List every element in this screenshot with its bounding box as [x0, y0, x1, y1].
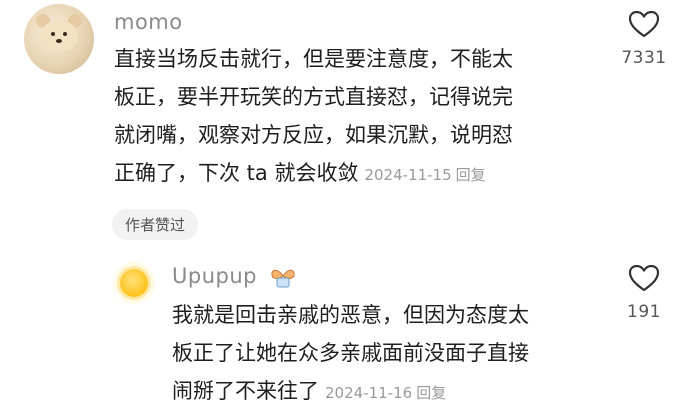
reply-date: 2024-11-16: [325, 384, 413, 402]
reply-line: 闹掰了不来往了: [172, 379, 319, 403]
reply-like-count: 191: [627, 302, 661, 322]
heart-outline-icon[interactable]: [628, 10, 660, 38]
comment-date: 2024-11-15: [364, 166, 452, 184]
bear-eye: [51, 32, 55, 36]
bow-decoration-icon: [271, 269, 295, 288]
author-liked-badge: 作者赞过: [112, 209, 199, 240]
reply-button[interactable]: 回复: [456, 166, 486, 184]
reply-meta: 2024-11-16 回复: [325, 384, 450, 402]
like-count: 7331: [621, 48, 667, 68]
bear-eye: [63, 32, 67, 36]
user-avatar[interactable]: [24, 4, 94, 74]
bear-nose: [56, 39, 62, 43]
reply-line: 我就是回击亲戚的恶意，但因为态度太: [172, 303, 529, 327]
comment-body: 直接当场反击就行，但是要注意度，不能太 板正，要半开玩笑的方式直接怼，记得说完 …: [114, 40, 604, 194]
reply-line: 板正了让她在众多亲戚面前没面子直接: [172, 341, 529, 365]
comment-line: 就闭嘴，观察对方反应，如果沉默，说明怼: [114, 123, 513, 147]
comment-line: 板正，要半开玩笑的方式直接怼，记得说完: [114, 85, 513, 109]
comment-username[interactable]: momo: [114, 10, 183, 34]
heart-outline-icon[interactable]: [628, 264, 660, 292]
comment-line: 正确了，下次 ta 就会收敛: [114, 161, 359, 185]
reply-body: 我就是回击亲戚的恶意，但因为态度太 板正了让她在众多亲戚面前没面子直接 闹掰了不…: [172, 296, 602, 412]
comment-meta: 2024-11-15 回复: [364, 166, 489, 184]
reply-last-line: 闹掰了不来往了 2024-11-16 回复: [172, 372, 602, 412]
reply-button[interactable]: 回复: [416, 384, 446, 402]
bear-face: [40, 20, 78, 52]
reply-like-control[interactable]: 191: [614, 264, 674, 322]
comment-line: 直接当场反击就行，但是要注意度，不能太: [114, 47, 513, 71]
sun-avatar-icon: [120, 269, 148, 297]
reply-user-avatar[interactable]: [113, 262, 155, 304]
reply-username-row[interactable]: Upupup: [172, 264, 298, 288]
comment-last-line: 正确了，下次 ta 就会收敛 2024-11-15 回复: [114, 154, 604, 194]
like-control[interactable]: 7331: [614, 10, 674, 68]
reply-username[interactable]: Upupup: [172, 264, 257, 288]
